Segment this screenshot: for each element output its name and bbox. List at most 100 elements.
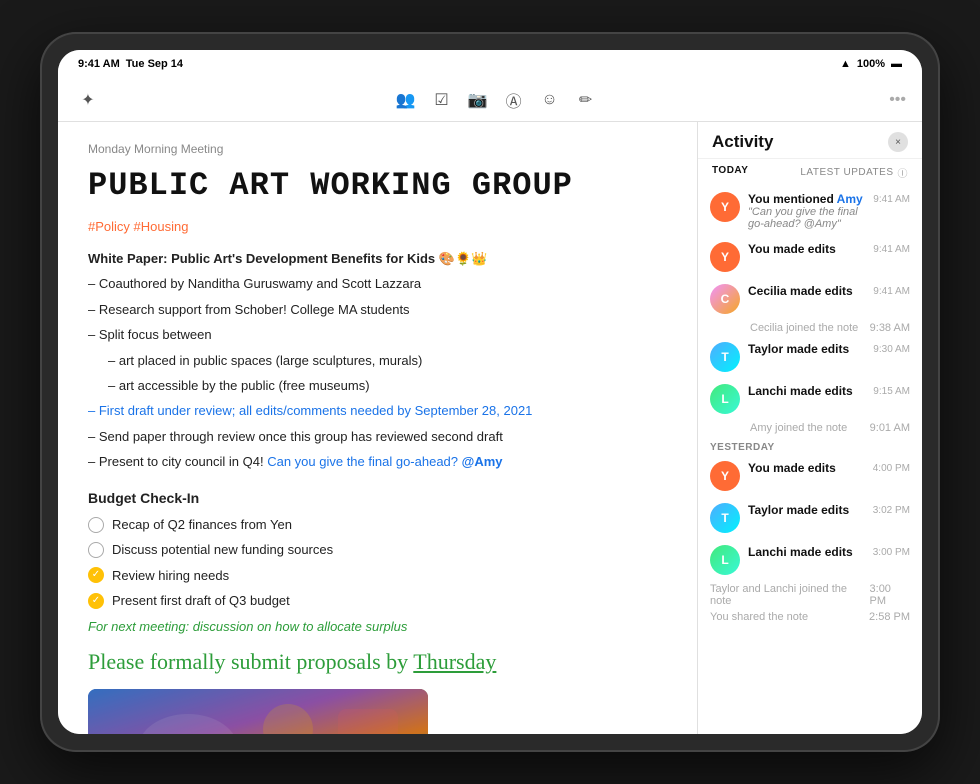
cecilia-text: Cecilia made edits (748, 284, 865, 298)
avatar-lanchi-yday: L (710, 545, 740, 575)
status-left: 9:41 AM Tue Sep 14 (78, 58, 183, 70)
time: 9:41 AM (78, 58, 120, 70)
cecilia-joined: Cecilia joined the note 9:38 AM (698, 320, 922, 336)
emoji-icon[interactable]: ☺ (536, 86, 564, 114)
activity-taylor-edits-yday: T Taylor made edits 3:02 PM (698, 497, 922, 539)
checklist-icon[interactable]: ☑ (428, 86, 456, 114)
taylor-content: Taylor made edits (748, 342, 865, 356)
latest-tab[interactable]: LATEST UPDATES ⓘ (800, 165, 908, 180)
taylor-time: 9:30 AM (873, 342, 910, 355)
note-editor[interactable]: Monday Morning Meeting PUBLIC ART WORKIN… (58, 122, 697, 734)
battery-icon: ▬ (891, 58, 902, 70)
checklist-item-2: Discuss potential new funding sources (88, 539, 667, 560)
lanchi-yday-content: Lanchi made edits (748, 545, 865, 559)
avatar-taylor: T (710, 342, 740, 372)
avatar-cecilia: C (710, 284, 740, 314)
today-tab[interactable]: TODAY (712, 165, 748, 180)
avatar-you-yday: Y (710, 461, 740, 491)
checklist-text-2: Discuss potential new funding sources (112, 539, 333, 560)
research: – Research support from Schober! College… (88, 299, 667, 320)
lanchi-text: Lanchi made edits (748, 384, 865, 398)
image-overlay (88, 689, 428, 734)
activity-title: Activity (712, 132, 773, 152)
draft-link: – First draft under review; all edits/co… (88, 400, 667, 421)
taylor-yday-text: Taylor made edits (748, 503, 865, 517)
taylor-yday-content: Taylor made edits (748, 503, 865, 517)
camera-icon[interactable]: 📷 (464, 86, 492, 114)
amy-joined: Amy joined the note 9:01 AM (698, 420, 922, 436)
paper-title: White Paper: Public Art's Development Be… (88, 248, 667, 269)
cecilia-content: Cecilia made edits (748, 284, 865, 298)
taylor-lanchi-joined: Taylor and Lanchi joined the note 3:00 P… (698, 581, 922, 609)
checkbox-2[interactable] (88, 542, 104, 558)
activity-mentioned: Y You mentioned Amy "Can you give the fi… (698, 186, 922, 236)
date: Tue Sep 14 (126, 58, 183, 70)
magic-icon[interactable]: ✦ (74, 86, 102, 114)
checklist-text-3: Review hiring needs (112, 565, 229, 586)
checklist-text-1: Recap of Q2 finances from Yen (112, 514, 292, 535)
cecilia-time: 9:41 AM (873, 284, 910, 297)
people-icon[interactable]: 👥 (392, 86, 420, 114)
note-title: PUBLIC ART WORKING GROUP (88, 168, 667, 205)
activity-you-edits-yday: Y You made edits 4:00 PM (698, 455, 922, 497)
taylor-lanchi-joined-time: 3:00 PM (870, 583, 910, 607)
avatar-taylor-yday: T (710, 503, 740, 533)
info-icon: ⓘ (898, 165, 909, 180)
note-tags: #Policy #Housing (88, 219, 667, 234)
you-yday-time: 4:00 PM (873, 461, 910, 474)
taylor-yday-time: 3:02 PM (873, 503, 910, 516)
wifi-icon: ▲ (840, 58, 851, 70)
lanchi-time: 9:15 AM (873, 384, 910, 397)
activity-scroll[interactable]: Y You mentioned Amy "Can you give the fi… (698, 186, 922, 734)
checklist-item-1: Recap of Q2 finances from Yen (88, 514, 667, 535)
content-area: Monday Morning Meeting PUBLIC ART WORKIN… (58, 122, 922, 734)
avatar-you-mention: Y (710, 192, 740, 222)
policy-tag: #Policy #Housing (88, 219, 188, 234)
you-edits-time: 9:41 AM (873, 242, 910, 255)
lanchi-yday-time: 3:00 PM (873, 545, 910, 558)
activity-tabs: TODAY LATEST UPDATES ⓘ (698, 159, 922, 186)
toolbar: ✦ 👥 ☑ 📷 Ⓐ ☺ ✏ ••• (58, 78, 922, 122)
close-button[interactable]: × (888, 132, 908, 152)
activity-lanchi-edits-yday: L Lanchi made edits 3:00 PM (698, 539, 922, 581)
avatar-you-edits: Y (710, 242, 740, 272)
split-focus: – Split focus between (88, 324, 667, 345)
avatar-lanchi: L (710, 384, 740, 414)
ipad-screen: 9:41 AM Tue Sep 14 ▲ 100% ▬ ✦ 👥 ☑ 📷 Ⓐ ☺ … (58, 50, 922, 734)
activity-cecilia-edits: C Cecilia made edits 9:41 AM (698, 278, 922, 320)
budget-title: Budget Check-In (88, 487, 667, 510)
mention-quote: "Can you give the final go-ahead? @Amy" (748, 206, 865, 230)
mention-time: 9:41 AM (873, 192, 910, 205)
art-public-spaces: – art placed in public spaces (large scu… (88, 350, 667, 371)
activity-you-edits: Y You made edits 9:41 AM (698, 236, 922, 278)
cecilia-joined-time: 9:38 AM (870, 322, 910, 334)
breadcrumb: Monday Morning Meeting (88, 142, 667, 156)
lanchi-content: Lanchi made edits (748, 384, 865, 398)
checkbox-1[interactable] (88, 517, 104, 533)
you-yday-text: You made edits (748, 461, 865, 475)
status-bar: 9:41 AM Tue Sep 14 ▲ 100% ▬ (58, 50, 922, 78)
note-image (88, 689, 428, 734)
circle-a-icon[interactable]: Ⓐ (500, 86, 528, 114)
italic-note: For next meeting: discussion on how to a… (88, 616, 667, 637)
mention-name: Amy (837, 192, 863, 206)
art-accessible: – art accessible by the public (free mus… (88, 375, 667, 396)
battery-label: 100% (857, 58, 885, 70)
checklist-item-3: ✓ Review hiring needs (88, 565, 667, 586)
edit-icon[interactable]: ✏ (572, 86, 600, 114)
activity-mention-content: You mentioned Amy "Can you give the fina… (748, 192, 865, 230)
taylor-text: Taylor made edits (748, 342, 865, 356)
checkbox-3[interactable]: ✓ (88, 567, 104, 583)
you-shared: You shared the note 2:58 PM (698, 609, 922, 625)
mention-text: You mentioned Amy (748, 192, 865, 206)
yesterday-divider: YESTERDAY (698, 436, 922, 455)
amy-joined-time: 9:01 AM (870, 422, 910, 434)
more-icon[interactable]: ••• (889, 91, 906, 109)
send-paper: – Send paper through review once this gr… (88, 426, 667, 447)
checkbox-4[interactable]: ✓ (88, 593, 104, 609)
checklist-text-4: Present first draft of Q3 budget (112, 590, 290, 611)
toolbar-left: ✦ (74, 86, 102, 114)
you-yday-content: You made edits (748, 461, 865, 475)
you-shared-time: 2:58 PM (869, 611, 910, 623)
checklist-item-4: ✓ Present first draft of Q3 budget (88, 590, 667, 611)
